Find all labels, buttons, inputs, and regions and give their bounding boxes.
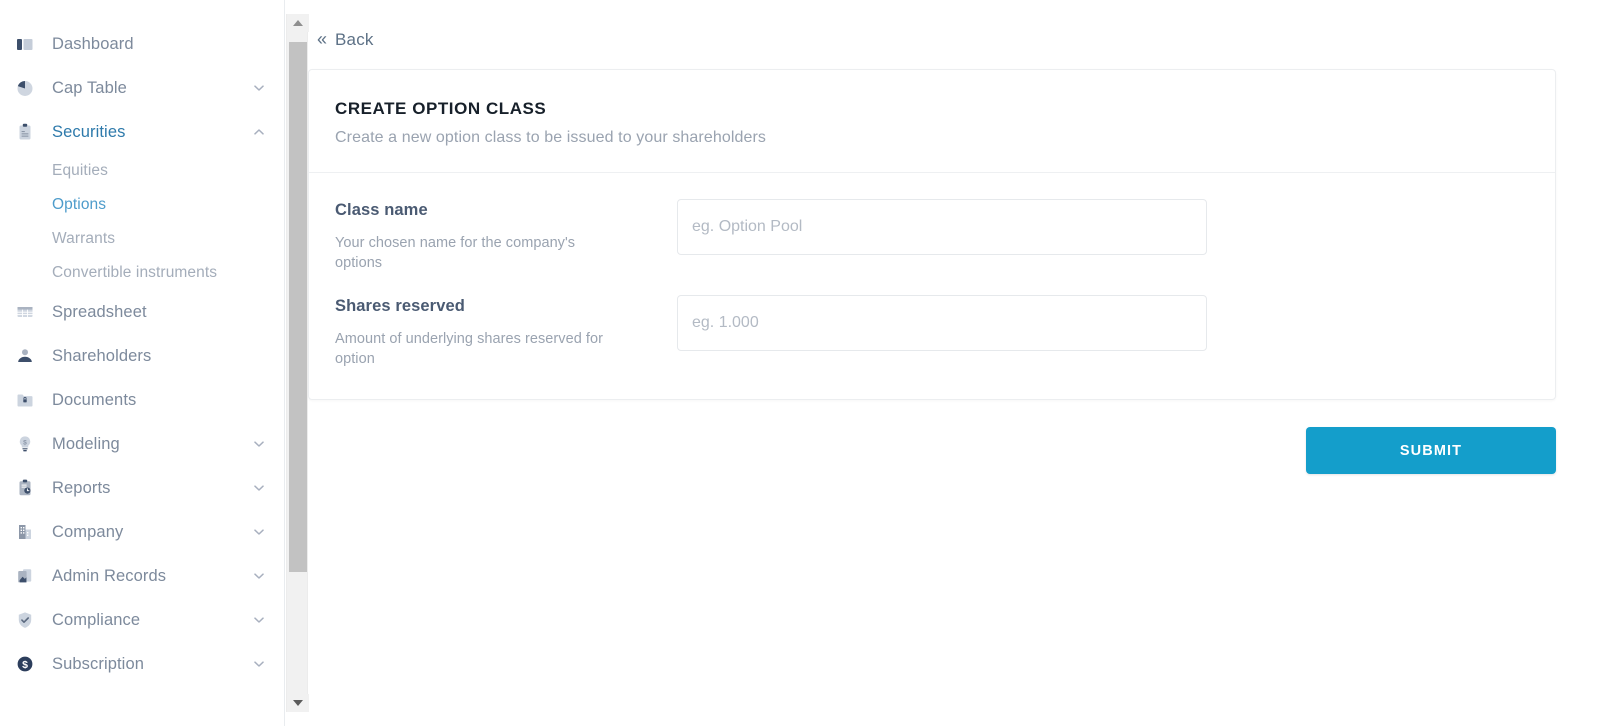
app-root: Dashboard Cap Table Securities Equities …	[0, 0, 1600, 726]
shares-reserved-input[interactable]	[677, 295, 1207, 351]
sidebar-item-label: Dashboard	[52, 34, 134, 53]
clipboard-icon	[14, 121, 36, 143]
report-clipboard-icon	[14, 477, 36, 499]
field-shares-reserved: Shares reserved Amount of underlying sha…	[335, 295, 1529, 369]
chevron-down-icon[interactable]	[252, 81, 266, 95]
scrollbar-down-button[interactable]	[287, 694, 309, 712]
sidebar-item-reports[interactable]: Reports	[0, 466, 284, 510]
records-icon	[14, 565, 36, 587]
sidebar-item-shareholders[interactable]: Shareholders	[0, 334, 284, 378]
sidebar-item-label: Modeling	[52, 434, 120, 453]
page-title: CREATE OPTION CLASS	[335, 99, 547, 118]
field-class-name: Class name Your chosen name for the comp…	[335, 199, 1529, 273]
scroll-up-arrow-icon	[293, 20, 303, 26]
scrollbar-up-button[interactable]	[287, 14, 309, 32]
field-text-block: Shares reserved Amount of underlying sha…	[335, 295, 677, 369]
sidebar-item-label: Shareholders	[52, 346, 152, 365]
person-icon	[14, 345, 36, 367]
sidebar-subitem-label: Options	[52, 196, 107, 213]
sidebar-item-label: Subscription	[52, 654, 144, 673]
dashboard-icon	[14, 33, 36, 55]
svg-text:$: $	[23, 439, 27, 446]
sidebar-item-documents[interactable]: Documents	[0, 378, 284, 422]
sidebar-subitem-label: Warrants	[52, 230, 116, 247]
card-body: Class name Your chosen name for the comp…	[309, 173, 1555, 399]
field-text-block: Class name Your chosen name for the comp…	[335, 199, 677, 273]
sidebar-item-securities[interactable]: Securities	[0, 110, 284, 154]
sidebar-item-subscription[interactable]: $ Subscription	[0, 642, 284, 686]
sidebar-item-modeling[interactable]: $ Modeling	[0, 422, 284, 466]
sidebar-subitem-label: Equities	[52, 162, 108, 179]
sidebar-item-label: Documents	[52, 390, 137, 409]
table-grid-icon	[14, 301, 36, 323]
lightbulb-dollar-icon: $	[14, 433, 36, 455]
scroll-down-arrow-icon	[293, 700, 303, 706]
card-header: CREATE OPTION CLASS Create a new option …	[309, 70, 1555, 173]
create-option-class-card: CREATE OPTION CLASS Create a new option …	[308, 69, 1556, 400]
chevron-down-icon[interactable]	[252, 437, 266, 451]
form-actions: SUBMIT	[308, 427, 1556, 474]
chevron-up-icon[interactable]	[252, 125, 266, 139]
sidebar-item-label: Spreadsheet	[52, 302, 147, 321]
field-description: Amount of underlying shares reserved for…	[335, 331, 603, 367]
sidebar-subitem-convertible-instruments[interactable]: Convertible instruments	[0, 256, 284, 290]
sidebar-item-dashboard[interactable]: Dashboard	[0, 22, 284, 66]
sidebar-item-admin-records[interactable]: Admin Records	[0, 554, 284, 598]
sidebar-item-company[interactable]: Company	[0, 510, 284, 554]
chevron-down-icon[interactable]	[252, 657, 266, 671]
sidebar-item-cap-table[interactable]: Cap Table	[0, 66, 284, 110]
sidebar-subitem-equities[interactable]: Equities	[0, 154, 284, 188]
sidebar-item-spreadsheet[interactable]: Spreadsheet	[0, 290, 284, 334]
main-content: « Back CREATE OPTION CLASS Create a new …	[285, 0, 1600, 726]
sidebar-item-label: Company	[52, 522, 124, 541]
shield-check-icon	[14, 609, 36, 631]
chevron-down-icon[interactable]	[252, 569, 266, 583]
sidebar-item-label: Compliance	[52, 610, 141, 629]
pie-chart-icon	[14, 77, 36, 99]
field-description: Your chosen name for the company's optio…	[335, 235, 576, 271]
sidebar-subitem-label: Convertible instruments	[52, 264, 218, 281]
page-subtitle: Create a new option class to be issued t…	[335, 129, 767, 146]
locked-folder-icon	[14, 389, 36, 411]
class-name-input[interactable]	[677, 199, 1207, 255]
scrollbar-thumb[interactable]	[289, 42, 307, 572]
back-chevron-icon: «	[317, 29, 328, 49]
sidebar-subitem-warrants[interactable]: Warrants	[0, 222, 284, 256]
sidebar-item-label: Securities	[52, 122, 126, 141]
sidebar-item-label: Reports	[52, 478, 111, 497]
sidebar-item-label: Cap Table	[52, 78, 127, 97]
back-label: Back	[335, 30, 374, 49]
chevron-down-icon[interactable]	[252, 481, 266, 495]
sidebar: Dashboard Cap Table Securities Equities …	[0, 0, 285, 726]
dollar-circle-icon: $	[14, 653, 36, 675]
submit-button[interactable]: SUBMIT	[1306, 427, 1556, 474]
building-icon	[14, 521, 36, 543]
field-label: Class name	[335, 201, 428, 219]
svg-text:$: $	[22, 659, 28, 671]
field-label: Shares reserved	[335, 297, 465, 315]
sidebar-subitem-options[interactable]: Options	[0, 188, 284, 222]
sidebar-item-label: Admin Records	[52, 566, 167, 585]
chevron-down-icon[interactable]	[252, 525, 266, 539]
sidebar-item-compliance[interactable]: Compliance	[0, 598, 284, 642]
sidebar-scrollbar[interactable]	[286, 14, 309, 712]
chevron-down-icon[interactable]	[252, 613, 266, 627]
back-link[interactable]: « Back	[317, 30, 374, 50]
